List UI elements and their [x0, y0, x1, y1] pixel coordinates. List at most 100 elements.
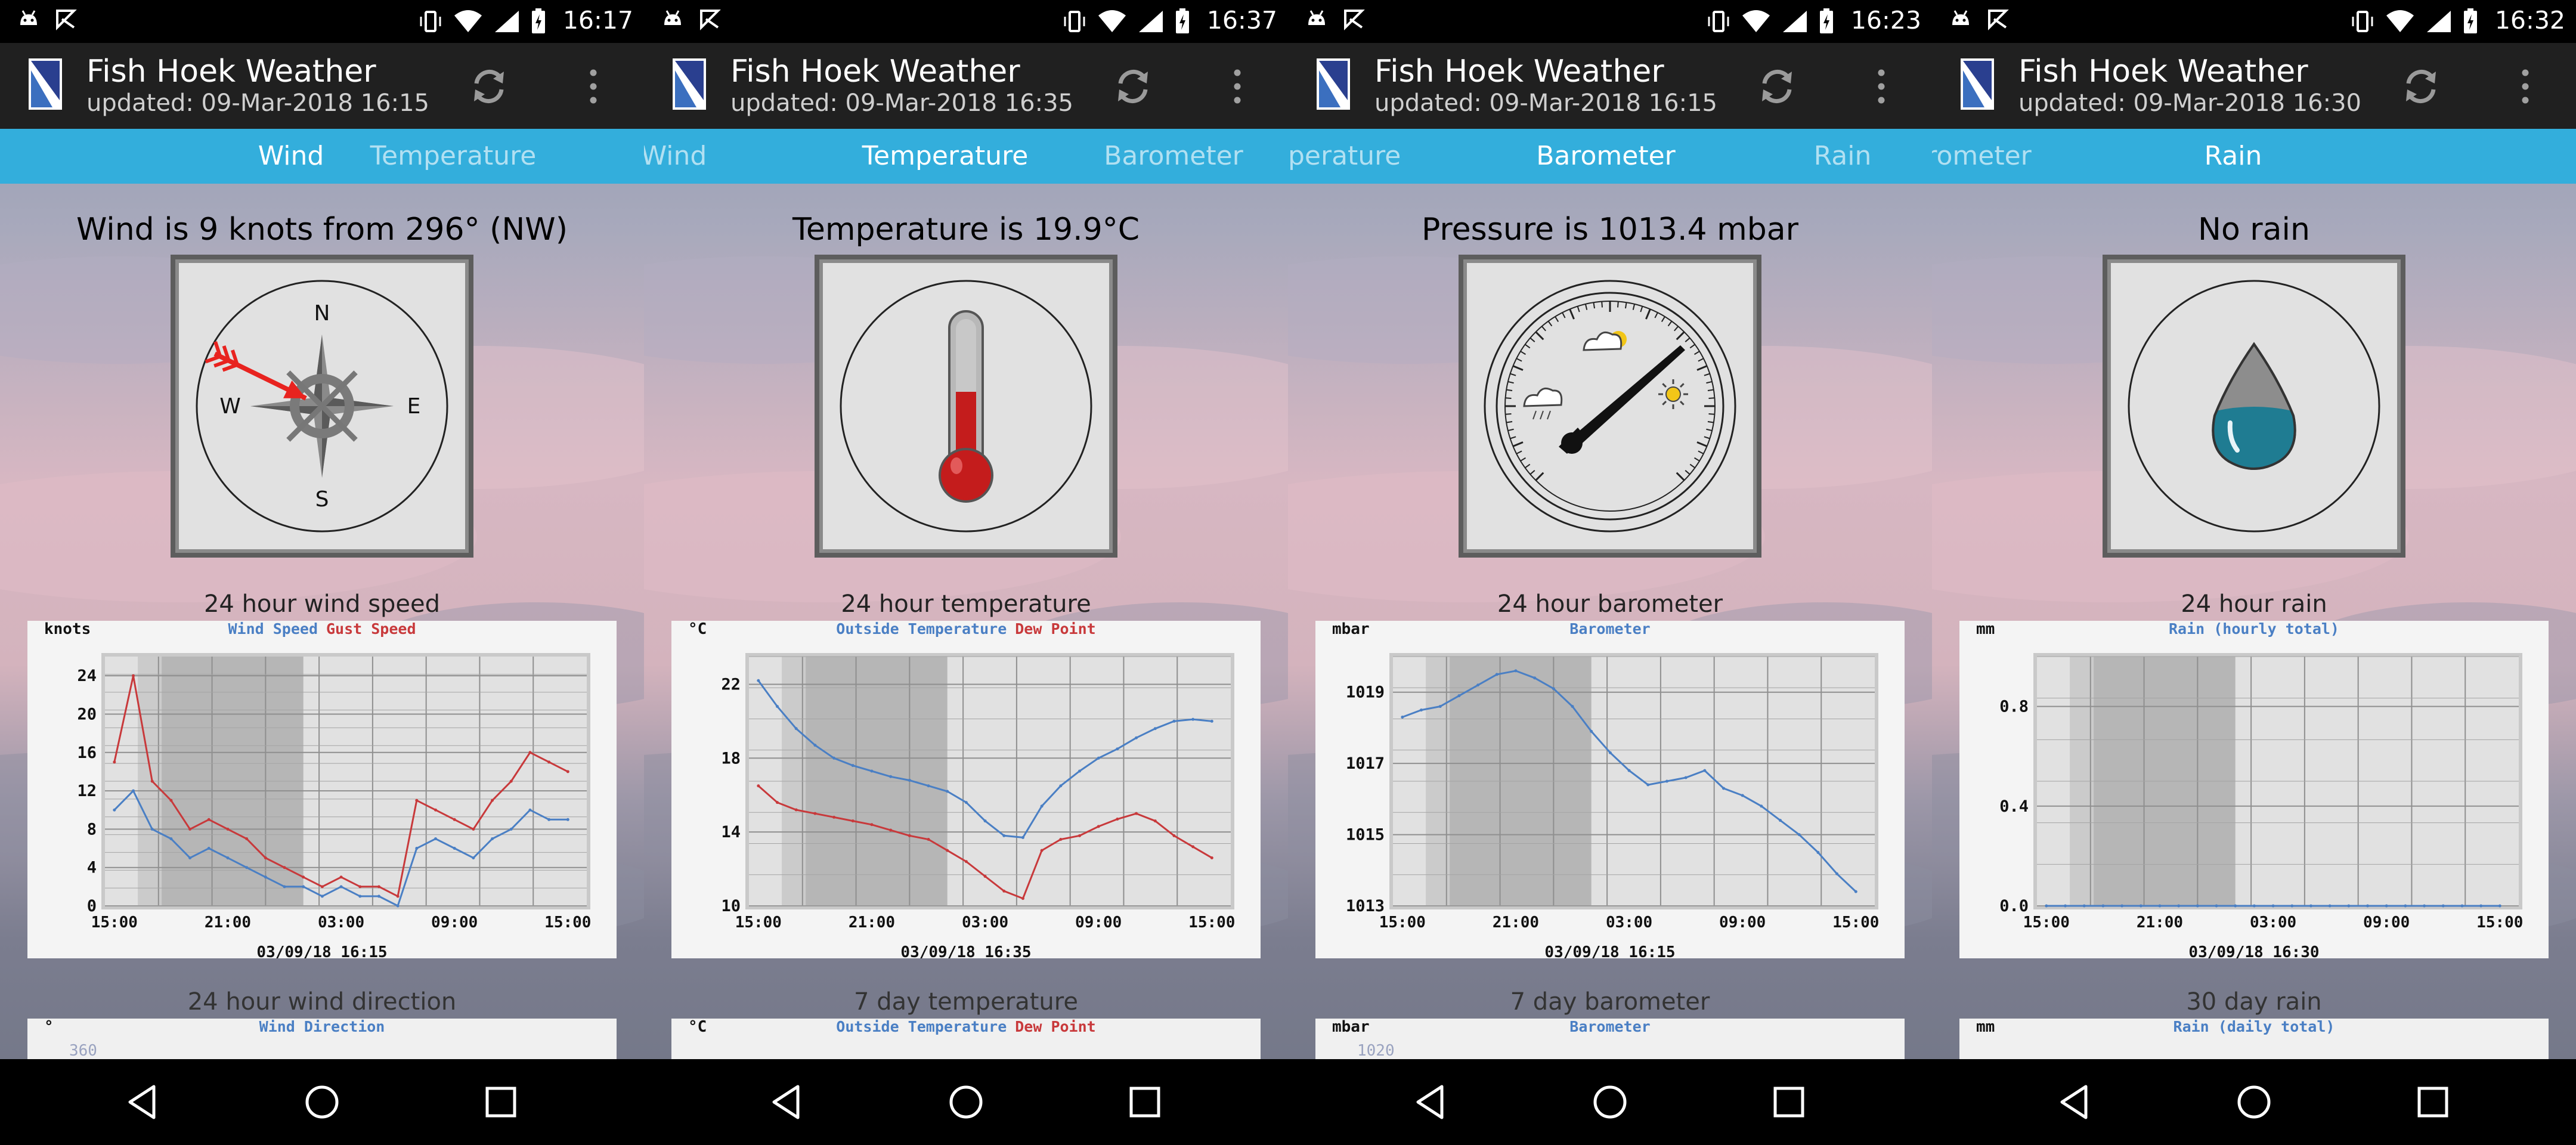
data-point	[339, 875, 343, 879]
app-logo-icon	[1317, 58, 1350, 110]
status-left-icons	[1949, 7, 2010, 31]
chart-unit-label: mbar	[1332, 621, 1370, 638]
data-point	[2479, 904, 2483, 908]
data-point	[2234, 904, 2237, 908]
refresh-button[interactable]	[1106, 60, 1160, 113]
data-point	[832, 756, 836, 760]
back-button[interactable]	[763, 1078, 811, 1126]
data-point	[188, 856, 192, 860]
data-point	[509, 779, 513, 783]
overflow-menu-button[interactable]	[2504, 60, 2546, 113]
recents-button[interactable]	[1121, 1078, 1169, 1126]
tab-barometer[interactable]: Barometer	[1932, 141, 2032, 171]
legend-entry-1: Dew Point	[1015, 621, 1095, 638]
wifi-icon	[1098, 10, 1126, 32]
overflow-menu-button[interactable]	[1216, 60, 1258, 113]
data-point	[2045, 904, 2048, 908]
legend-entry-1: Dew Point	[1015, 1019, 1095, 1035]
tab-barometer[interactable]: Barometer	[1104, 141, 1243, 171]
wifi-icon	[454, 10, 482, 32]
data-point	[566, 818, 569, 821]
y-tick-label: 0.8	[1999, 698, 2029, 716]
chart-title: 24 hour rain	[2181, 590, 2327, 618]
back-button[interactable]	[119, 1078, 167, 1126]
data-point	[2252, 904, 2256, 908]
tab-temperature[interactable]: Temperature	[370, 141, 537, 171]
data-point	[2328, 904, 2332, 908]
tab-rain[interactable]: Rain	[1814, 141, 1872, 171]
data-point	[1760, 804, 1763, 808]
data-point	[1040, 849, 1044, 852]
data-point	[1191, 845, 1195, 849]
tab-wind[interactable]: Wind	[258, 141, 324, 171]
back-icon	[128, 1085, 156, 1119]
data-point	[1135, 812, 1138, 815]
back-button[interactable]	[2051, 1078, 2099, 1126]
status-bar: 16:17	[0, 0, 644, 43]
home-button[interactable]	[942, 1078, 990, 1126]
data-point	[339, 885, 343, 889]
data-point	[889, 828, 893, 832]
data-point	[132, 674, 135, 677]
data-point	[320, 895, 324, 898]
signal-icon	[1139, 11, 1163, 32]
overflow-menu-button[interactable]	[1860, 60, 1902, 113]
home-icon	[2237, 1085, 2271, 1119]
overflow-dot-icon	[1234, 69, 1241, 76]
tab-rain[interactable]: Rain	[2205, 141, 2262, 171]
legend-entry-0: Rain (daily total)	[2174, 1019, 2335, 1035]
data-point	[2120, 904, 2124, 908]
recents-button[interactable]	[2409, 1078, 2457, 1126]
status-time: 16:32	[2494, 6, 2565, 35]
recents-button[interactable]	[477, 1078, 525, 1126]
tab-barometer[interactable]: Barometer	[1536, 141, 1676, 171]
status-left-icons	[661, 7, 722, 31]
data-point	[491, 837, 494, 840]
refresh-button[interactable]	[1750, 60, 1804, 113]
compass-label-n: N	[314, 301, 330, 326]
app-bar: Fish Hoek Weather updated: 09-Mar-2018 16…	[1288, 43, 1932, 129]
y-tick-label: 1019	[1346, 683, 1385, 702]
x-tick-label: 15:00	[735, 914, 782, 932]
x-tick-label: 15:00	[2023, 914, 2070, 932]
tab-temperature[interactable]: Temperature	[1288, 141, 1401, 171]
status-right-icons	[1063, 8, 1190, 35]
data-point	[169, 837, 173, 840]
data-point	[1816, 850, 1820, 854]
home-button[interactable]	[2230, 1078, 2278, 1126]
current-reading-headline: Pressure is 1013.4 mbar	[1421, 212, 1799, 247]
play-store-icon	[56, 10, 77, 30]
tab-wind[interactable]: Wind	[644, 141, 707, 171]
gauge-compass: N E S W	[171, 255, 473, 558]
overflow-dot-icon	[1878, 83, 1885, 90]
home-button[interactable]	[298, 1078, 346, 1126]
refresh-button[interactable]	[462, 60, 516, 113]
battery-charging-icon	[2464, 8, 2477, 33]
data-point	[2423, 904, 2426, 908]
y-tick-label: 16	[77, 744, 97, 762]
data-point	[1191, 717, 1195, 721]
data-point	[132, 789, 135, 793]
android-debug-icon	[1308, 10, 1325, 25]
refresh-button[interactable]	[2394, 60, 2448, 113]
chart-raindrop: mm Rain (hourly total)0.80.40.015:00 21:00…	[1959, 621, 2549, 958]
secondary-chart-top: ° Wind Direction 360	[27, 1019, 617, 1059]
chart-barometer: mbar Barometer101910171015101315:00 21:00 0…	[1315, 621, 1905, 958]
data-point	[472, 827, 475, 831]
y-tick-label: 0.4	[1999, 797, 2029, 816]
recents-button[interactable]	[1765, 1078, 1813, 1126]
gauge-thermometer	[815, 255, 1117, 558]
data-point	[757, 679, 760, 682]
back-button[interactable]	[1407, 1078, 1455, 1126]
data-point	[358, 895, 362, 898]
tab-bar: Barometer Rain	[1932, 129, 2576, 184]
data-point	[1779, 819, 1782, 822]
data-point	[832, 815, 836, 819]
secondary-chart-title: 24 hour wind direction	[187, 988, 457, 1016]
tab-temperature[interactable]: Temperature	[862, 141, 1029, 171]
data-point	[1741, 794, 1744, 797]
overflow-menu-button[interactable]	[572, 60, 614, 113]
data-point	[2139, 904, 2142, 908]
home-button[interactable]	[1586, 1078, 1634, 1126]
x-tick-label: 15:00	[1188, 914, 1235, 932]
